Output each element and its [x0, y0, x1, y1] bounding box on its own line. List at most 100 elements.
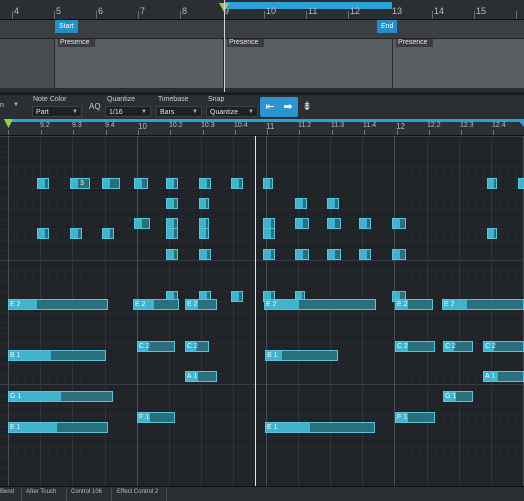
sixteenth-line	[435, 136, 436, 486]
midi-note[interactable]	[327, 249, 341, 260]
loop-end-marker-icon[interactable]	[517, 119, 524, 127]
snap-value: Quantize	[210, 109, 239, 116]
midi-note[interactable]	[166, 198, 178, 209]
chevron-down-icon[interactable]: ▼	[13, 102, 19, 108]
snap-label: Snap	[208, 96, 225, 103]
midi-note[interactable]	[166, 249, 178, 260]
pitch-row-line	[0, 271, 524, 272]
midi-note[interactable]	[392, 218, 406, 229]
lane-tab-pitch-bend[interactable]: Bend	[0, 489, 14, 495]
midi-note[interactable]	[359, 249, 371, 260]
midi-note[interactable]	[263, 178, 273, 189]
midi-note[interactable]	[134, 178, 148, 189]
midi-note[interactable]: E 2	[133, 299, 179, 310]
midi-note[interactable]: E 2	[264, 299, 376, 310]
midi-note[interactable]: C 2	[185, 341, 209, 352]
midi-note[interactable]	[37, 178, 49, 189]
midi-note[interactable]: A 1	[185, 371, 217, 382]
sixteenth-line	[258, 136, 259, 486]
midi-note[interactable]	[327, 218, 341, 229]
editor-ruler-tick	[461, 130, 462, 135]
midi-note[interactable]	[359, 218, 371, 229]
midi-note[interactable]: C 2	[483, 341, 524, 352]
midi-note[interactable]: E 2	[185, 299, 217, 310]
snap-select[interactable]: Quantize ▼	[206, 106, 258, 117]
midi-note[interactable]	[166, 228, 178, 239]
midi-note[interactable]: E 1	[8, 422, 108, 433]
ruler-bar-number: 13	[392, 6, 403, 16]
midi-note[interactable]	[487, 178, 497, 189]
midi-note[interactable]	[37, 228, 49, 239]
midi-note[interactable]: C 2	[395, 341, 435, 352]
midi-note[interactable]: E 2	[442, 299, 524, 310]
midi-note[interactable]: F 1	[137, 412, 175, 423]
midi-note[interactable]: B 1	[265, 350, 338, 361]
midi-note[interactable]: E 2	[8, 299, 108, 310]
ruler-bar-number: 4	[14, 6, 20, 16]
loop-end-flag[interactable]: End	[377, 20, 398, 33]
midi-note[interactable]: 3	[70, 178, 90, 189]
midi-note[interactable]	[102, 178, 120, 189]
midi-note[interactable]	[166, 178, 178, 189]
ruler-bar-number: 5	[56, 6, 62, 16]
midi-note[interactable]: B 1	[8, 350, 106, 361]
pitch-row-line	[0, 478, 524, 479]
note-label: E 2	[135, 301, 146, 308]
midi-note[interactable]: F 1	[395, 412, 435, 423]
midi-note[interactable]: E 1	[265, 422, 375, 433]
forward-tool-icon[interactable]: ➡	[280, 99, 296, 115]
note-label: E 2	[444, 301, 455, 308]
beat-line	[427, 136, 428, 486]
midi-note[interactable]	[231, 291, 243, 302]
timebase-select[interactable]: Bars ▼	[156, 106, 202, 117]
pitch-row-line	[0, 136, 524, 137]
arrangement-ruler[interactable]: 4 5 6 7 8 9 10 11 12 13 14 15	[0, 0, 524, 20]
midi-note[interactable]: C 2	[137, 341, 175, 352]
lane-tab-control-106[interactable]: Control 106	[71, 489, 102, 495]
midi-note[interactable]: G 1	[8, 391, 113, 402]
editor-playhead-icon[interactable]	[4, 119, 13, 128]
midi-note[interactable]	[392, 249, 406, 260]
midi-note[interactable]	[199, 228, 209, 239]
arrangement-lane: Presence Presence Presence	[0, 39, 524, 88]
midi-note[interactable]	[263, 228, 275, 239]
audio-event[interactable]: Presence	[392, 39, 524, 88]
midi-note[interactable]: G 1	[443, 391, 473, 402]
note-color-select[interactable]: Part ▼	[32, 106, 82, 117]
midi-note[interactable]	[199, 249, 211, 260]
sixteenth-line	[153, 136, 154, 486]
editor-ruler-label: 12.4	[492, 122, 506, 129]
midi-note[interactable]	[487, 228, 497, 239]
midi-note[interactable]	[102, 228, 114, 239]
arrow-tool-icon[interactable]: ⇤	[262, 99, 278, 115]
quantize-value: 1/16	[109, 109, 123, 116]
editor-ruler-tick	[267, 130, 268, 135]
midi-note[interactable]	[199, 198, 209, 209]
midi-note[interactable]	[134, 218, 150, 229]
midi-note[interactable]	[518, 178, 524, 189]
note-grid[interactable]: 3 E 2 E 2 E 2 E 2 E 2 E 2 C 2 C 2 C 2 C …	[0, 136, 524, 486]
quantize-tool-icon[interactable]: ⇟	[302, 99, 312, 113]
midi-note[interactable]	[295, 218, 309, 229]
aq-label[interactable]: AQ	[89, 102, 101, 111]
midi-note[interactable]	[70, 228, 82, 239]
midi-note[interactable]: E 2	[395, 299, 433, 310]
midi-note[interactable]	[199, 178, 211, 189]
loop-start-flag[interactable]: Start	[55, 20, 78, 33]
midi-note[interactable]	[263, 249, 275, 260]
midi-note[interactable]	[295, 198, 307, 209]
audio-event[interactable]: Presence	[223, 39, 392, 88]
midi-note[interactable]	[327, 198, 339, 209]
midi-note[interactable]	[231, 178, 243, 189]
editor-loop-bar[interactable]	[8, 119, 524, 122]
midi-note[interactable]: C 2	[443, 341, 473, 352]
quantize-select[interactable]: 1/16 ▼	[105, 106, 151, 117]
lane-tab-effect-control-2[interactable]: Effect Control 2	[117, 489, 158, 495]
lane-tab-after-touch[interactable]: After Touch	[26, 489, 56, 495]
pitch-row-line	[0, 250, 524, 251]
editor-ruler-tick	[8, 130, 9, 135]
midi-note[interactable]	[295, 249, 309, 260]
midi-note[interactable]: A 1	[483, 371, 524, 382]
note-label: E 2	[10, 301, 21, 308]
audio-event[interactable]: Presence	[54, 39, 223, 88]
